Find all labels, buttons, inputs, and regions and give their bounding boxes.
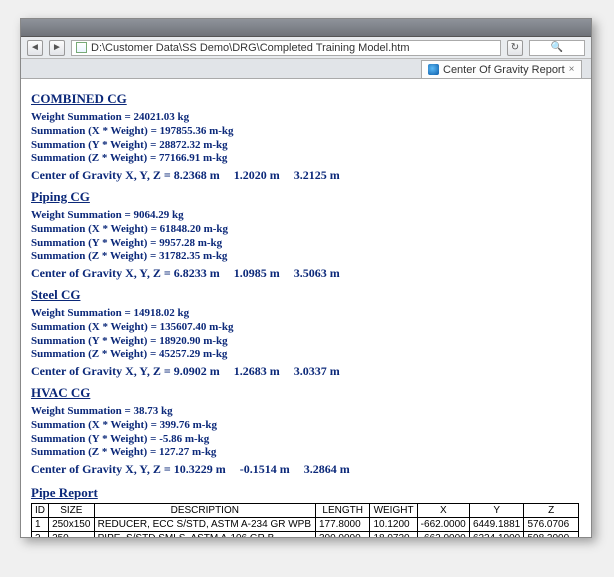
refresh-button[interactable]: ↻ <box>507 40 523 56</box>
combined-sz: Summation (Z * Weight) = 77166.91 m-kg <box>31 152 581 166</box>
cell-z: 598.2000 <box>524 532 579 538</box>
col-weight: WEIGHT <box>370 504 417 518</box>
section-steel-header: Steel CG <box>31 287 581 303</box>
piping-sz: Summation (Z * Weight) = 31782.35 m-kg <box>31 250 581 264</box>
cell-desc: PIPE, S/STD SMLS, ASTM A-106 GR B <box>94 532 315 538</box>
cell-weight: 10.1200 <box>370 518 417 532</box>
cell-id: 2 <box>32 532 49 538</box>
pipe-report-table: ID SIZE DESCRIPTION LENGTH WEIGHT X Y Z … <box>31 503 579 537</box>
steel-sx: Summation (X * Weight) = 135607.40 m-kg <box>31 321 581 335</box>
search-icon: 🔍 <box>551 42 563 53</box>
combined-cog: Center of Gravity X, Y, Z = 8.2368 m1.20… <box>31 168 581 183</box>
ie-icon <box>428 64 439 75</box>
cell-size: 250 <box>49 532 95 538</box>
col-id: ID <box>32 504 49 518</box>
piping-sy: Summation (Y * Weight) = 9957.28 m-kg <box>31 237 581 251</box>
cell-id: 1 <box>32 518 49 532</box>
table-header-row: ID SIZE DESCRIPTION LENGTH WEIGHT X Y Z <box>32 504 579 518</box>
hvac-sy: Summation (Y * Weight) = -5.86 m-kg <box>31 433 581 447</box>
steel-sy: Summation (Y * Weight) = 18920.90 m-kg <box>31 335 581 349</box>
browser-window: ◄ ► D:\Customer Data\SS Demo\DRG\Complet… <box>20 18 592 538</box>
steel-sz: Summation (Z * Weight) = 45257.29 m-kg <box>31 348 581 362</box>
combined-weight: Weight Summation = 24021.03 kg <box>31 111 581 125</box>
page-icon <box>76 42 87 53</box>
page-content: COMBINED CG Weight Summation = 24021.03 … <box>21 79 591 537</box>
pipe-report-header: Pipe Report <box>31 485 581 501</box>
cell-x: -662.0000 <box>417 532 469 538</box>
hvac-sx: Summation (X * Weight) = 399.76 m-kg <box>31 419 581 433</box>
tab-title: Center Of Gravity Report <box>443 64 565 76</box>
section-hvac-header: HVAC CG <box>31 385 581 401</box>
cell-length: 300.0000 <box>315 532 370 538</box>
col-y: Y <box>469 504 524 518</box>
hvac-sz: Summation (Z * Weight) = 127.27 m-kg <box>31 446 581 460</box>
section-piping-header: Piping CG <box>31 189 581 205</box>
address-bar-row: ◄ ► D:\Customer Data\SS Demo\DRG\Complet… <box>21 37 591 59</box>
table-row: 2250PIPE, S/STD SMLS, ASTM A-106 GR B300… <box>32 532 579 538</box>
cell-x: -662.0000 <box>417 518 469 532</box>
col-size: SIZE <box>49 504 95 518</box>
cell-z: 576.0706 <box>524 518 579 532</box>
col-x: X <box>417 504 469 518</box>
hvac-weight: Weight Summation = 38.73 kg <box>31 405 581 419</box>
search-field[interactable]: 🔍 <box>529 40 585 56</box>
cell-desc: REDUCER, ECC S/STD, ASTM A-234 GR WPB <box>94 518 315 532</box>
cell-length: 177.8000 <box>315 518 370 532</box>
forward-button[interactable]: ► <box>49 40 65 56</box>
hvac-cog: Center of Gravity X, Y, Z = 10.3229 m-0.… <box>31 462 581 477</box>
cell-y: 6224.1000 <box>469 532 524 538</box>
table-row: 1250x150REDUCER, ECC S/STD, ASTM A-234 G… <box>32 518 579 532</box>
combined-sx: Summation (X * Weight) = 197855.36 m-kg <box>31 125 581 139</box>
combined-sy: Summation (Y * Weight) = 28872.32 m-kg <box>31 139 581 153</box>
window-titlebar[interactable] <box>21 19 591 37</box>
cell-weight: 18.0720 <box>370 532 417 538</box>
piping-sx: Summation (X * Weight) = 61848.20 m-kg <box>31 223 581 237</box>
cell-y: 6449.1881 <box>469 518 524 532</box>
tab-strip: Center Of Gravity Report × <box>21 59 591 79</box>
address-input[interactable]: D:\Customer Data\SS Demo\DRG\Completed T… <box>71 40 501 56</box>
cell-size: 250x150 <box>49 518 95 532</box>
address-text: D:\Customer Data\SS Demo\DRG\Completed T… <box>91 42 410 54</box>
steel-weight: Weight Summation = 14918.02 kg <box>31 307 581 321</box>
col-z: Z <box>524 504 579 518</box>
piping-weight: Weight Summation = 9064.29 kg <box>31 209 581 223</box>
tab-active[interactable]: Center Of Gravity Report × <box>421 60 582 78</box>
col-length: LENGTH <box>315 504 370 518</box>
piping-cog: Center of Gravity X, Y, Z = 6.8233 m1.09… <box>31 266 581 281</box>
back-button[interactable]: ◄ <box>27 40 43 56</box>
section-combined-header: COMBINED CG <box>31 91 581 107</box>
close-icon[interactable]: × <box>569 64 575 75</box>
col-desc: DESCRIPTION <box>94 504 315 518</box>
steel-cog: Center of Gravity X, Y, Z = 9.0902 m1.26… <box>31 364 581 379</box>
